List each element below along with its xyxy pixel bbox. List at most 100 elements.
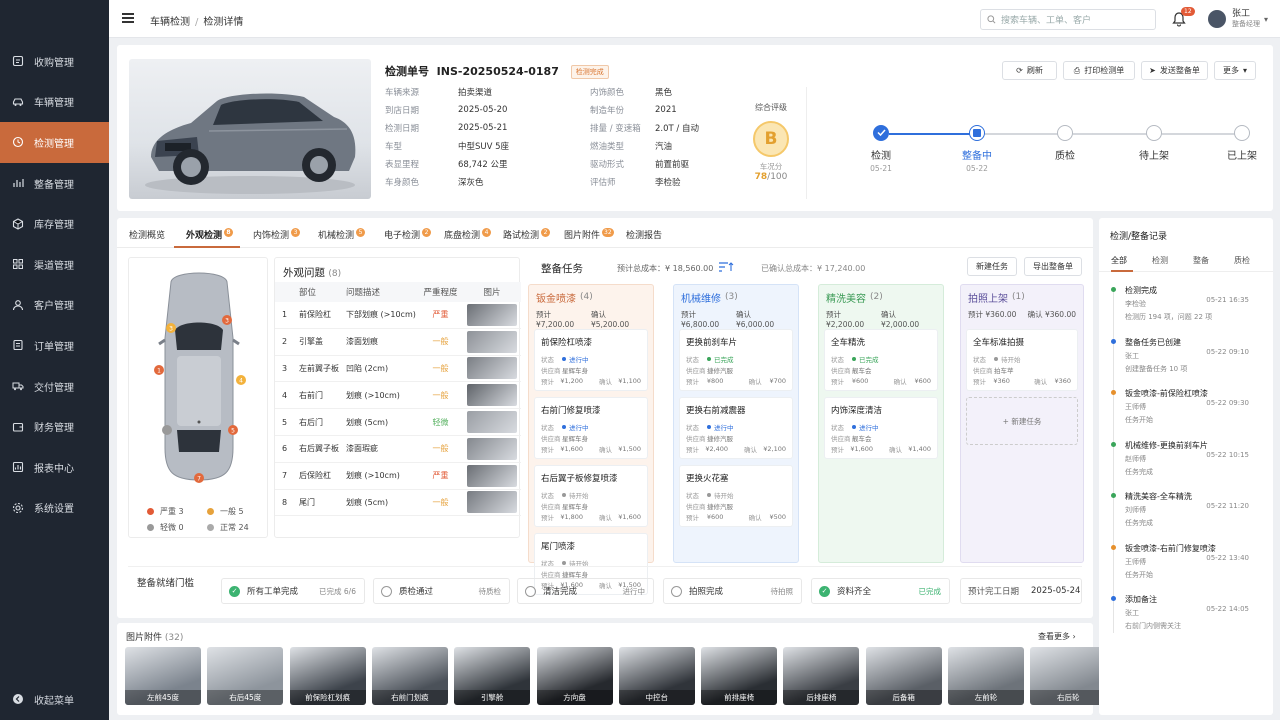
photo-thumbnail[interactable] <box>467 330 517 353</box>
sidebar-item-acquisition[interactable]: 收购管理 <box>0 41 109 82</box>
export-button[interactable]: 导出整备单 <box>1024 257 1082 276</box>
task-card[interactable]: 右后翼子板修复喷漆 状态 待开始 供应商 星辉车身 预计 ¥1,800 确认 ¥1,600 <box>534 465 648 527</box>
search-input[interactable]: 搜索车辆、工单、客户 <box>980 9 1156 30</box>
records-tab-inspection[interactable]: 检测 <box>1152 255 1168 266</box>
photo-thumbnail[interactable]: 右前门划痕 <box>371 647 448 705</box>
photo-thumbnail[interactable]: 后备箱 <box>865 647 942 705</box>
record-item[interactable]: 整备任务已创建 张工 05-22 09:10 创建整备任务 10 项 <box>1111 337 1263 374</box>
photo-thumbnail[interactable]: 引擎舱 <box>454 647 531 705</box>
notification-bell-icon[interactable]: 12 <box>1172 7 1195 27</box>
photo-thumbnail[interactable] <box>467 384 517 407</box>
user-menu[interactable]: 张工 整备经理 ▾ <box>1208 9 1268 29</box>
row-photo[interactable] <box>463 384 521 407</box>
task-card[interactable]: 内饰深度清洁 状态 进行中 供应商 靓车会 预计 ¥1,600 确认 ¥1,400 <box>824 397 938 459</box>
view-more-link[interactable]: 查看更多 › <box>1038 631 1076 642</box>
sidebar-item-orders[interactable]: 订单管理 <box>0 325 109 366</box>
photo-thumbnail[interactable]: 前保险杠划痕 <box>289 647 366 705</box>
more-button[interactable]: 更多 ▾ <box>1214 61 1256 80</box>
photo-thumbnail[interactable]: 右后轮 <box>1030 647 1107 705</box>
photo-thumbnail[interactable]: 后排座椅 <box>783 647 860 705</box>
sidebar-item-reports[interactable]: 报表中心 <box>0 447 109 488</box>
row-photo[interactable] <box>463 330 521 353</box>
records-tab-reconditioning[interactable]: 整备 <box>1193 255 1209 266</box>
record-item[interactable]: 钣金喷漆-右前门修复喷漆 王师傅 05-22 13:40 任务开始 <box>1111 543 1263 580</box>
gate-item[interactable]: ✓ 资料齐全 已完成 <box>811 578 950 604</box>
photo-thumbnail[interactable] <box>467 411 517 434</box>
table-row[interactable]: 6 右后翼子板 漆面瑕疵 一般 <box>275 436 521 463</box>
task-card[interactable]: 前保险杠喷漆 状态 进行中 供应商 星辉车身 预计 ¥1,200 确认 ¥1,100 <box>534 329 648 391</box>
refresh-button[interactable]: ⟳ 刷新 <box>1002 61 1057 80</box>
task-card[interactable]: 全车精洗 状态 已完成 供应商 靓车会 预计 ¥600 确认 ¥600 <box>824 329 938 391</box>
task-card[interactable]: 右前门修复喷漆 状态 进行中 供应商 星辉车身 预计 ¥1,600 确认 ¥1,500 <box>534 397 648 459</box>
new-task-button[interactable]: 新建任务 <box>967 257 1017 276</box>
record-item[interactable]: 检测完成 李检验 05-21 16:35 检测历 194 项，问题 22 项 <box>1111 285 1263 322</box>
tab-mechanical[interactable]: 机械检测 5 <box>318 228 366 241</box>
table-row[interactable]: 2 引擎盖 漆面划痕 一般 <box>275 329 521 356</box>
photo-thumbnail[interactable] <box>467 437 517 460</box>
tab-exterior[interactable]: 外观检测 8 <box>186 228 234 241</box>
menu-toggle-icon[interactable] <box>122 13 134 23</box>
photo-thumbnail[interactable]: 左前45度 <box>125 647 201 705</box>
sidebar-item-delivery[interactable]: 交付管理 <box>0 366 109 407</box>
task-card[interactable]: 全车标准拍摄 状态 待开始 供应商 拍车苹 预计 ¥360 确认 ¥360 <box>966 329 1078 391</box>
photo-thumbnail[interactable]: 左前轮 <box>948 647 1024 705</box>
step-reconditioning[interactable]: 整备中 05-22 <box>947 125 1007 173</box>
record-item[interactable]: 钣金喷漆-前保险杠喷漆 王师傅 05-22 09:30 任务开始 <box>1111 388 1263 425</box>
sidebar-item-customers[interactable]: 客户管理 <box>0 285 109 326</box>
row-photo[interactable] <box>463 491 521 514</box>
gate-item[interactable]: 清洁完成 进行中 <box>517 578 654 604</box>
tab-overview[interactable]: 检测概览 <box>129 228 165 241</box>
sidebar-item-vehicles[interactable]: 车辆管理 <box>0 82 109 123</box>
tab-attachments[interactable]: 图片附件 32 <box>564 228 614 241</box>
photo-thumbnail[interactable]: 前排座椅 <box>701 647 778 705</box>
add-task-button[interactable]: + 新建任务 <box>966 397 1078 445</box>
table-row[interactable]: 3 左前翼子板 凹陷 (2cm) 一般 <box>275 356 521 383</box>
marker-minor[interactable] <box>162 425 172 435</box>
records-tab-all[interactable]: 全部 <box>1111 255 1127 266</box>
photo-thumbnail[interactable]: 右后45度 <box>207 647 284 705</box>
sidebar-item-reconditioning[interactable]: 整备管理 <box>0 163 109 204</box>
sidebar-item-inspection[interactable]: 检测管理 <box>0 122 109 163</box>
sidebar-item-finance[interactable]: 财务管理 <box>0 406 109 447</box>
photo-thumbnail[interactable] <box>467 491 517 514</box>
sidebar-item-channels[interactable]: 渠道管理 <box>0 244 109 285</box>
table-row[interactable]: 4 右前门 划痕 (>10cm) 一般 <box>275 382 521 410</box>
record-item[interactable]: 机械维修-更换前刹车片 赵师傅 05-22 10:15 任务完成 <box>1111 440 1263 477</box>
photo-thumbnail[interactable]: 方向盘 <box>536 647 613 705</box>
gate-item[interactable]: 质检通过 待质检 <box>373 578 510 604</box>
tab-electronic[interactable]: 电子检测 2 <box>384 228 432 241</box>
task-card[interactable]: 更换火花塞 状态 待开始 供应商 捷修汽服 预计 ¥600 确认 ¥500 <box>679 465 793 527</box>
sidebar-item-settings[interactable]: 系统设置 <box>0 488 109 529</box>
table-row[interactable]: 1 前保险杠 下部划痕 (>10cm) 严重 <box>275 302 521 329</box>
tab-chassis[interactable]: 底盘检测 4 <box>444 228 492 241</box>
task-card[interactable]: 更换右前减震器 状态 进行中 供应商 捷修汽服 预计 ¥2,400 确认 ¥2,100 <box>679 397 793 459</box>
step-inspection[interactable]: 检测 05-21 <box>851 125 911 173</box>
row-photo[interactable] <box>463 303 521 326</box>
task-card[interactable]: 更换前刹车片 状态 已完成 供应商 捷修汽服 预计 ¥800 确认 ¥700 <box>679 329 793 391</box>
photo-thumbnail[interactable] <box>467 303 517 326</box>
record-item[interactable]: 添加备注 张工 05-22 14:05 右前门内侧需关注 <box>1111 594 1263 631</box>
step-qc[interactable]: 质检 <box>1035 125 1095 162</box>
row-photo[interactable] <box>463 411 521 434</box>
gate-item[interactable]: ✓ 所有工单完成 已完成 6/6 <box>221 578 365 604</box>
row-photo[interactable] <box>463 357 521 380</box>
tab-report[interactable]: 检测报告 <box>626 228 662 241</box>
table-row[interactable]: 5 右后门 划痕 (5cm) 轻微 <box>275 409 521 436</box>
records-tab-qc[interactable]: 质检 <box>1234 255 1250 266</box>
sort-icon[interactable] <box>718 261 734 273</box>
table-row[interactable]: 8 尾门 划痕 (5cm) 一般 <box>275 490 521 517</box>
step-pending-listing[interactable]: 待上架 <box>1124 125 1184 162</box>
photo-thumbnail[interactable]: 中控台 <box>618 647 695 705</box>
table-row[interactable]: 7 后保险杠 划痕 (>10cm) 严重 <box>275 463 521 490</box>
row-photo[interactable] <box>463 437 521 460</box>
tab-interior[interactable]: 内饰检测 3 <box>253 228 301 241</box>
row-photo[interactable] <box>463 464 521 487</box>
collapse-menu-button[interactable]: 收起菜单 <box>0 688 74 710</box>
sidebar-item-inventory[interactable]: 库存管理 <box>0 203 109 244</box>
photo-thumbnail[interactable] <box>467 357 517 380</box>
record-item[interactable]: 精洗美容-全车精洗 刘师傅 05-22 11:20 任务完成 <box>1111 491 1263 528</box>
print-button[interactable]: ⎙ 打印检测单 <box>1063 61 1135 80</box>
step-listed[interactable]: 已上架 <box>1212 125 1272 162</box>
send-button[interactable]: ➤ 发送整备单 <box>1141 61 1208 80</box>
breadcrumb-parent[interactable]: 车辆检测 <box>150 17 190 28</box>
